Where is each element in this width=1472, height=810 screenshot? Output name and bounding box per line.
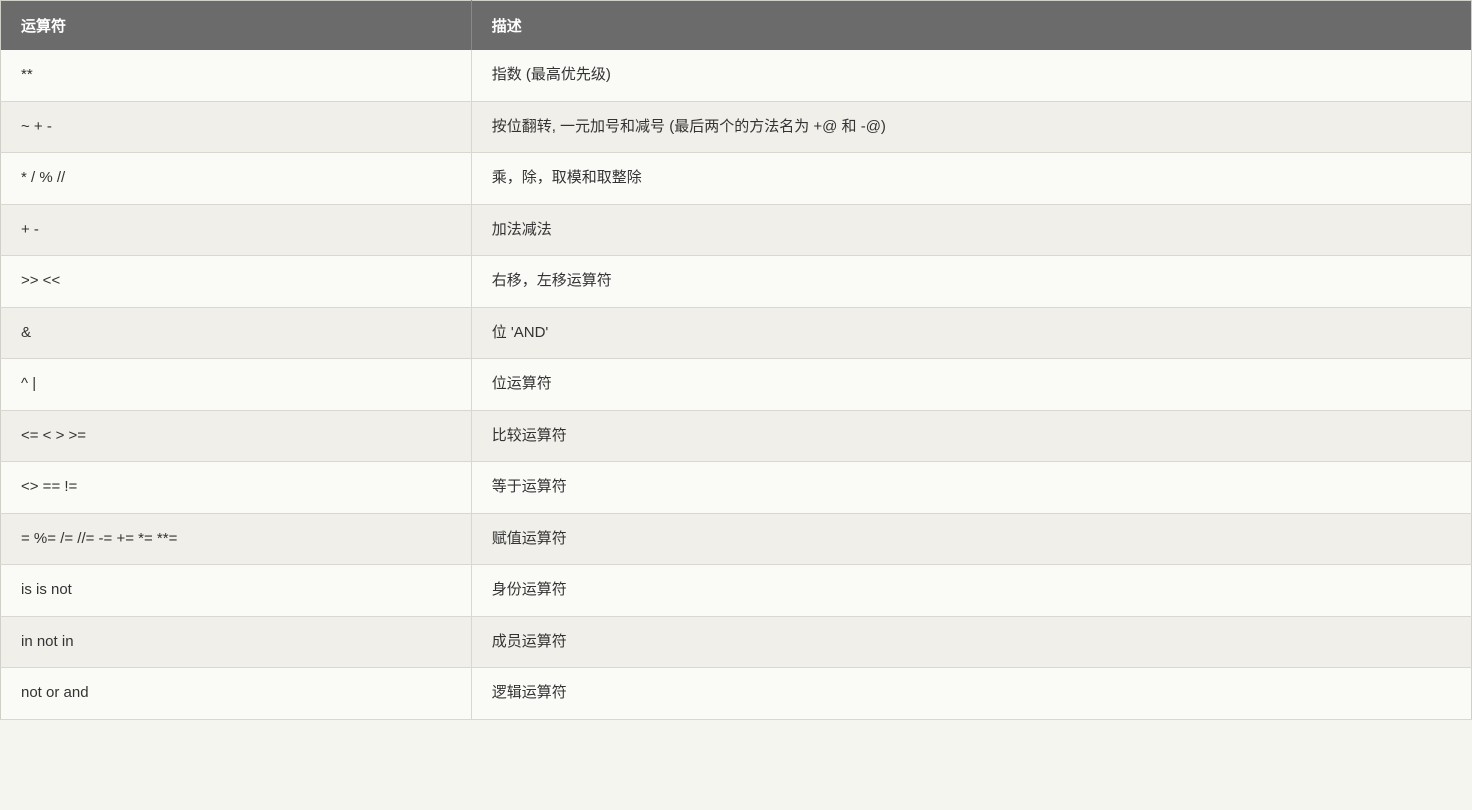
table-row: &位 'AND'	[1, 307, 1472, 359]
operator-cell: ^ |	[1, 359, 472, 411]
operator-cell: <= < > >=	[1, 410, 472, 462]
table-row: >> <<右移，左移运算符	[1, 256, 1472, 308]
table-row: ^ |位运算符	[1, 359, 1472, 411]
operator-cell: = %= /= //= -= += *= **=	[1, 513, 472, 565]
table-row: ~ + -按位翻转, 一元加号和减号 (最后两个的方法名为 +@ 和 -@)	[1, 101, 1472, 153]
description-cell: 按位翻转, 一元加号和减号 (最后两个的方法名为 +@ 和 -@)	[471, 101, 1471, 153]
table-row: **指数 (最高优先级)	[1, 50, 1472, 101]
description-cell: 逻辑运算符	[471, 668, 1471, 720]
table-row: in not in成员运算符	[1, 616, 1472, 668]
description-cell: 加法减法	[471, 204, 1471, 256]
operator-cell: &	[1, 307, 472, 359]
table-header-row: 运算符 描述	[1, 1, 1472, 51]
table-row: * / % //乘，除，取模和取整除	[1, 153, 1472, 205]
description-cell: 位运算符	[471, 359, 1471, 411]
operator-cell: ~ + -	[1, 101, 472, 153]
operator-cell: not or and	[1, 668, 472, 720]
header-operator: 运算符	[1, 1, 472, 51]
operator-cell: >> <<	[1, 256, 472, 308]
operator-cell: + -	[1, 204, 472, 256]
operators-table: 运算符 描述 **指数 (最高优先级)~ + -按位翻转, 一元加号和减号 (最…	[0, 0, 1472, 720]
operator-cell: **	[1, 50, 472, 101]
operator-cell: <> == !=	[1, 462, 472, 514]
operator-cell: is is not	[1, 565, 472, 617]
table-row: = %= /= //= -= += *= **=赋值运算符	[1, 513, 1472, 565]
table-row: not or and逻辑运算符	[1, 668, 1472, 720]
description-cell: 位 'AND'	[471, 307, 1471, 359]
description-cell: 成员运算符	[471, 616, 1471, 668]
description-cell: 乘，除，取模和取整除	[471, 153, 1471, 205]
operator-cell: * / % //	[1, 153, 472, 205]
table-row: is is not身份运算符	[1, 565, 1472, 617]
description-cell: 指数 (最高优先级)	[471, 50, 1471, 101]
description-cell: 右移，左移运算符	[471, 256, 1471, 308]
table-row: <= < > >=比较运算符	[1, 410, 1472, 462]
table-body: **指数 (最高优先级)~ + -按位翻转, 一元加号和减号 (最后两个的方法名…	[1, 50, 1472, 719]
description-cell: 赋值运算符	[471, 513, 1471, 565]
table-row: <> == !=等于运算符	[1, 462, 1472, 514]
description-cell: 比较运算符	[471, 410, 1471, 462]
operator-cell: in not in	[1, 616, 472, 668]
description-cell: 身份运算符	[471, 565, 1471, 617]
table-row: + -加法减法	[1, 204, 1472, 256]
header-description: 描述	[471, 1, 1471, 51]
description-cell: 等于运算符	[471, 462, 1471, 514]
